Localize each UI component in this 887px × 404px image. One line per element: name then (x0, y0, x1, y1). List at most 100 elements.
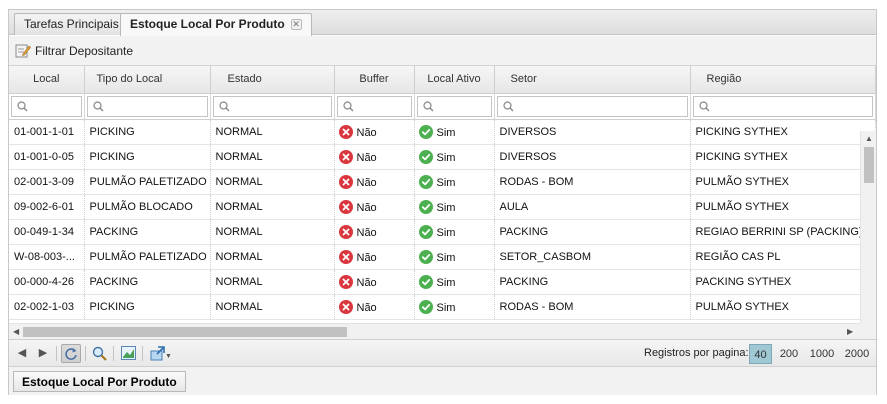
cell-tipo-do-local: PICKING (84, 119, 211, 145)
chart-button[interactable] (118, 344, 138, 363)
check-circle-icon (418, 249, 433, 264)
ativo-value: Sim (436, 276, 456, 289)
check-circle-icon (418, 299, 433, 314)
x-circle-icon (338, 249, 353, 264)
chevron-down-icon: ▼ (165, 353, 172, 360)
filter-input-tipo-do-local[interactable] (86, 95, 208, 117)
cell-estado: NORMAL (210, 194, 335, 220)
column-header-setor[interactable]: Setor (494, 66, 691, 94)
filter-input-estado[interactable] (212, 95, 332, 117)
tab-estoque-local-por-produto[interactable]: Estoque Local Por Produto ✕ (120, 13, 312, 36)
cell-buffer: Não (334, 194, 415, 220)
cell-buffer: Não (334, 294, 415, 320)
cell-local: 01-001-1-01 (9, 119, 85, 145)
scroll-left-icon[interactable]: ◀ (13, 327, 19, 336)
table-row[interactable]: W-08-003-... PULMÃO PALETIZADO NORMAL Não Si… (9, 244, 876, 270)
table-row[interactable]: 01-001-1-01 PICKING NORMAL Não Sim DIVERSOS PI… (9, 119, 876, 145)
cell-regiao: PACKING SYTHEX (690, 269, 876, 295)
filter-input-buffer[interactable] (336, 95, 412, 117)
buffer-value: Não (356, 201, 377, 214)
ativo-value: Sim (436, 301, 456, 314)
cell-local: 09-002-6-01 (9, 194, 85, 220)
close-icon[interactable]: ✕ (290, 19, 302, 30)
cell-setor: RODAS - BOM (494, 294, 691, 320)
check-circle-icon (418, 149, 433, 164)
column-header-local-ativo[interactable]: Local Ativo (414, 66, 495, 94)
x-circle-icon (338, 224, 353, 239)
column-header-tipo-do-local[interactable]: Tipo do Local (84, 66, 211, 94)
x-circle-icon (338, 149, 353, 164)
scroll-up-icon[interactable]: ▲ (865, 134, 873, 143)
table-row[interactable]: 00-049-1-34 PACKING NORMAL Não Sim PACKING REG… (9, 219, 876, 245)
tab-tarefas-principais[interactable]: Tarefas Principais (14, 13, 129, 35)
export-icon (150, 346, 165, 361)
filtrar-depositante-button[interactable]: Filtrar Depositante (15, 42, 133, 60)
page-size-option-1000[interactable]: 1000 (807, 344, 837, 364)
column-header-buffer[interactable]: Buffer (334, 66, 415, 94)
footer-tab-estoque-local-por-produto[interactable]: Estoque Local Por Produto (13, 371, 186, 392)
check-circle-icon (418, 174, 433, 189)
scroll-right-icon[interactable]: ▶ (847, 327, 853, 336)
cell-setor: SETOR_CASBOM (494, 244, 691, 270)
search-icon (422, 100, 433, 111)
column-header-regiao[interactable]: Região (690, 66, 876, 94)
filter-input-regiao[interactable] (692, 95, 873, 117)
cell-regiao: PULMÃO SYTHEX (690, 194, 876, 220)
filter-input-local-ativo[interactable] (416, 95, 492, 117)
cell-tipo-do-local: PICKING (84, 294, 211, 320)
ativo-value: Sim (436, 151, 456, 164)
cell-local: 00-049-1-34 (9, 219, 85, 245)
search-icon (92, 100, 103, 111)
main-panel: Tarefas Principais Estoque Local Por Pro… (8, 9, 877, 395)
cell-setor: DIVERSOS (494, 119, 691, 145)
tab-strip: Tarefas Principais Estoque Local Por Pro… (9, 10, 876, 36)
previous-page-icon[interactable]: ◀ (12, 344, 32, 363)
filter-input-local[interactable] (11, 95, 82, 117)
cell-regiao: PICKING SYTHEX (690, 144, 876, 170)
search-icon (698, 100, 709, 111)
buffer-value: Não (356, 226, 377, 239)
column-header-local[interactable]: Local (9, 66, 85, 94)
cell-regiao: PICKING SYTHEX (690, 119, 876, 145)
filter-button-label: Filtrar Depositante (35, 44, 134, 58)
cell-local: 00-000-4-26 (9, 269, 85, 295)
buffer-value: Não (356, 251, 377, 264)
buffer-value: Não (356, 151, 377, 164)
buffer-value: Não (356, 301, 377, 314)
cell-buffer: Não (334, 144, 415, 170)
toolbar: Filtrar Depositante (9, 36, 876, 66)
cell-tipo-do-local: PULMÃO BLOCADO (84, 194, 211, 220)
refresh-button[interactable] (61, 344, 81, 363)
page-size-option-200[interactable]: 200 (776, 344, 802, 364)
table-row[interactable]: 02-001-3-09 PULMÃO PALETIZADO NORMAL Não Sim… (9, 169, 876, 195)
cell-local: 01-001-0-05 (9, 144, 85, 170)
tab-label: Tarefas Principais (24, 17, 119, 31)
check-circle-icon (418, 199, 433, 214)
table-row[interactable]: 02-002-1-03 PICKING NORMAL Não Sim RODAS - BO… (9, 294, 876, 320)
horizontal-scrollbar[interactable]: ◀ ▶ (9, 323, 860, 339)
magnifier-icon (92, 346, 107, 361)
table-row[interactable]: 09-002-6-01 PULMÃO BLOCADO NORMAL Não Sim AUL… (9, 194, 876, 220)
vertical-scrollbar[interactable]: ▲ (860, 131, 876, 324)
page-size-option-40[interactable]: 40 (749, 344, 772, 364)
cell-local-ativo: Sim (414, 119, 495, 145)
export-dropdown-button[interactable]: ▼ (147, 344, 175, 363)
cell-local: W-08-003-... (9, 244, 85, 270)
next-page-icon[interactable]: ▶ (33, 344, 53, 363)
ativo-value: Sim (436, 201, 456, 214)
filter-edit-icon (15, 43, 31, 63)
cell-local: 02-002-1-03 (9, 294, 85, 320)
vertical-scroll-thumb[interactable] (864, 147, 874, 183)
cell-tipo-do-local: PULMÃO PALETIZADO (84, 169, 211, 195)
cell-tipo-do-local: PICKING (84, 144, 211, 170)
stock-table: Local Tipo do Local Estado Buffer Local … (9, 66, 876, 320)
table-row[interactable]: 01-001-0-05 PICKING NORMAL Não Sim DIVERSOS PI… (9, 144, 876, 170)
column-header-estado[interactable]: Estado (210, 66, 335, 94)
page-size-option-2000[interactable]: 2000 (842, 344, 872, 364)
horizontal-scroll-thumb[interactable] (23, 327, 347, 337)
table-row[interactable]: 00-000-4-26 PACKING NORMAL Não Sim PACKING PAC… (9, 269, 876, 295)
cell-estado: NORMAL (210, 169, 335, 195)
filter-input-setor[interactable] (496, 95, 688, 117)
search-button[interactable] (89, 344, 109, 363)
buffer-value: Não (356, 126, 377, 139)
